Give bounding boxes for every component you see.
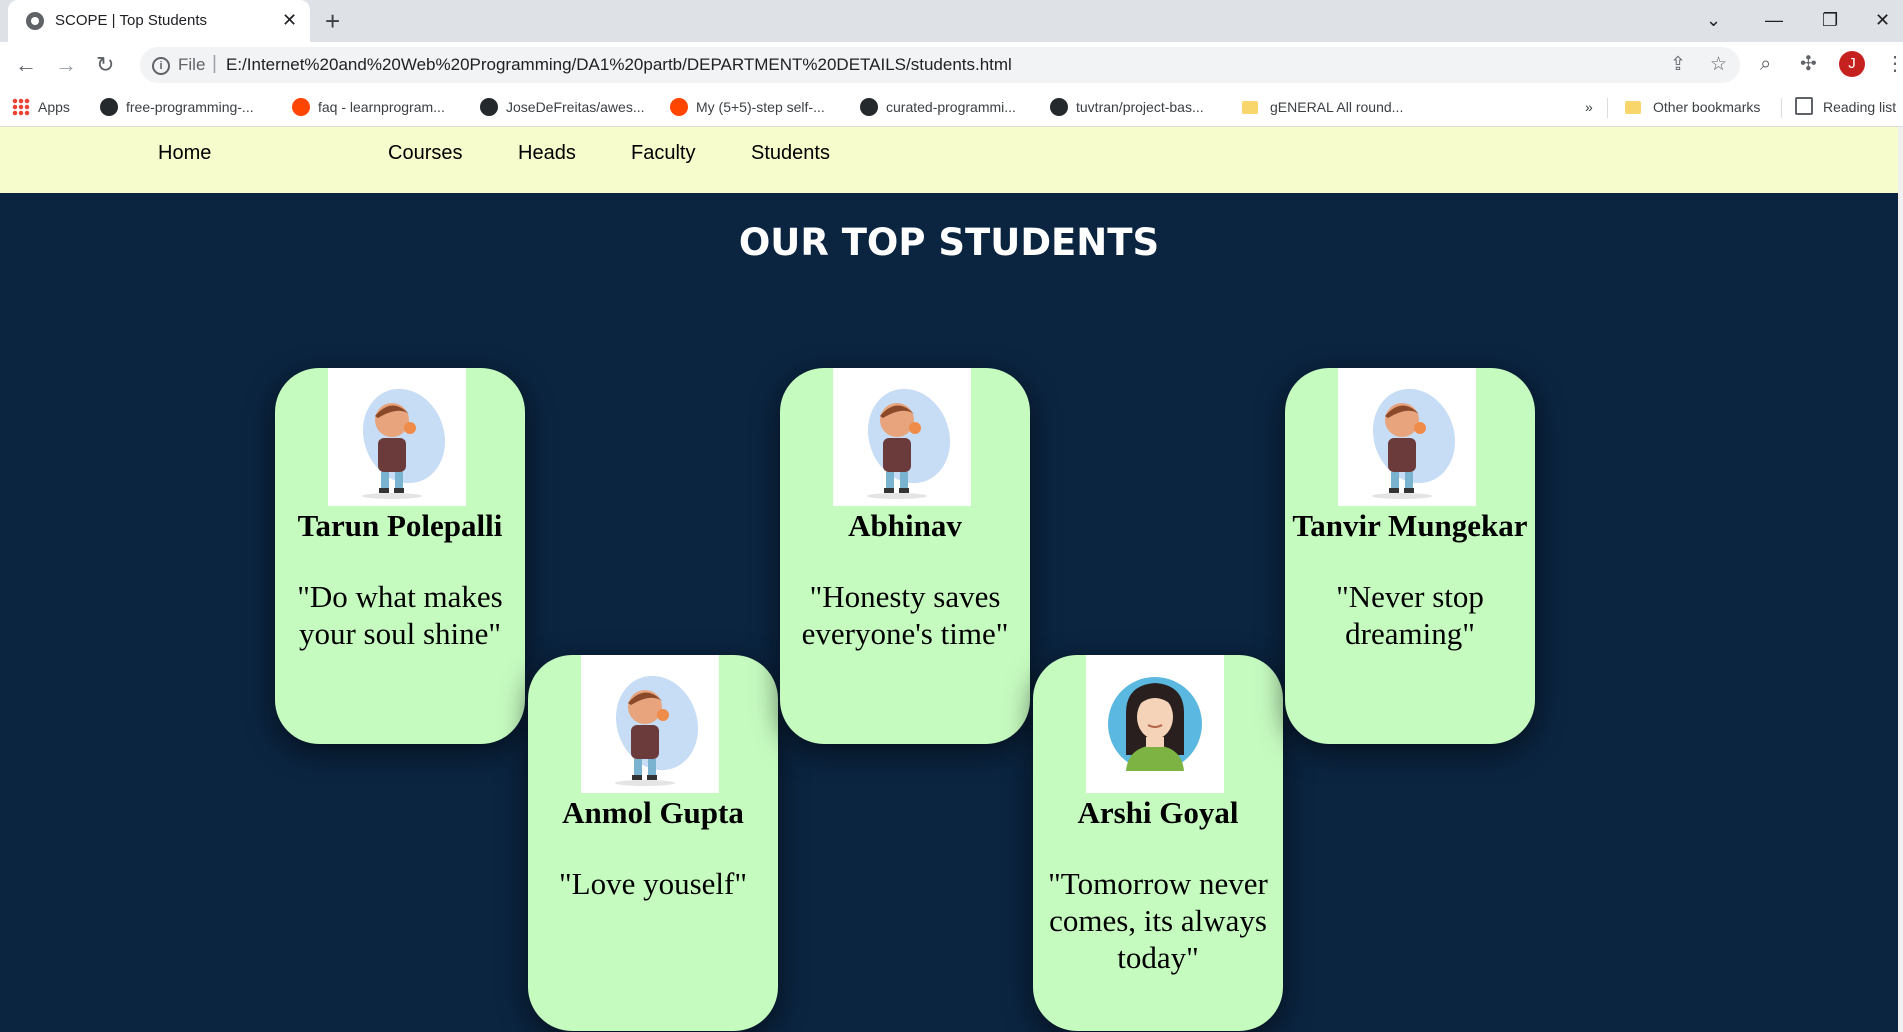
student-name: Abhinav bbox=[848, 508, 962, 543]
student-card: Abhinav "Honesty saves everyone's time" bbox=[780, 368, 1030, 744]
search-icon[interactable]: ⌕ bbox=[1760, 51, 1771, 77]
divider bbox=[1781, 98, 1782, 118]
page-title: OUR TOP STUDENTS bbox=[738, 221, 1160, 264]
boy-avatar-icon bbox=[328, 368, 466, 506]
bookmarks-overflow[interactable]: » bbox=[1585, 95, 1593, 119]
browser-toolbar: ← → ↻ i File | E:/Internet%20and%20Web%2… bbox=[0, 42, 1903, 88]
bookmarks-bar: Apps free-programming-... faq - learnpro… bbox=[0, 88, 1903, 127]
tab-title: SCOPE | Top Students bbox=[55, 12, 208, 29]
back-icon[interactable]: ← bbox=[15, 51, 37, 79]
extensions-icon[interactable]: ✣ bbox=[1800, 51, 1817, 77]
bookmark-item[interactable]: faq - learnprogram... bbox=[292, 95, 445, 119]
reading-list-icon bbox=[1795, 97, 1813, 115]
url-separator: | bbox=[212, 53, 217, 74]
other-bookmarks[interactable]: Other bookmarks bbox=[1625, 95, 1760, 119]
student-name: Arshi Goyal bbox=[1077, 795, 1239, 830]
student-name: Anmol Gupta bbox=[562, 795, 744, 830]
bookmark-item[interactable]: My (5+5)-step self-... bbox=[670, 95, 825, 119]
reading-list[interactable]: Reading list bbox=[1795, 95, 1896, 119]
girl-avatar-icon bbox=[1086, 655, 1224, 793]
bookmark-item[interactable]: tuvtran/project-bas... bbox=[1050, 95, 1204, 119]
tab-search-icon[interactable]: ⌄ bbox=[1706, 8, 1721, 32]
github-icon bbox=[1050, 98, 1068, 116]
boy-avatar-icon bbox=[833, 368, 971, 506]
bookmark-item[interactable]: free-programming-... bbox=[100, 95, 254, 119]
info-icon[interactable]: i bbox=[152, 57, 170, 75]
minimize-icon[interactable]: — bbox=[1765, 8, 1783, 32]
student-name: Tarun Polepalli bbox=[297, 508, 503, 543]
student-quote: "Do what makes your soul shine" bbox=[297, 579, 503, 651]
close-tab-icon[interactable]: ✕ bbox=[282, 9, 297, 31]
nav-courses[interactable]: Courses bbox=[388, 141, 462, 165]
divider bbox=[1607, 98, 1608, 118]
restore-icon[interactable]: ❐ bbox=[1822, 8, 1838, 32]
file-label: File bbox=[178, 55, 206, 74]
apps-grid-icon bbox=[12, 98, 30, 116]
share-icon[interactable]: ⇪ bbox=[1670, 53, 1686, 76]
tab-strip: SCOPE | Top Students ✕ + ⌄ — ❐ ✕ bbox=[0, 0, 1903, 42]
reddit-icon bbox=[292, 98, 310, 116]
students-section: OUR TOP STUDENTS Tarun Polepalli "Do wha… bbox=[0, 193, 1898, 1032]
bookmark-star-icon[interactable]: ☆ bbox=[1710, 53, 1727, 76]
nav-students[interactable]: Students bbox=[751, 141, 830, 165]
boy-avatar-icon bbox=[1338, 368, 1476, 506]
site-navbar: Home Courses Heads Faculty Students bbox=[0, 127, 1898, 193]
page-viewport: Home Courses Heads Faculty Students OUR … bbox=[0, 127, 1903, 1032]
student-card: Tanvir Mungekar "Never stop dreaming" bbox=[1285, 368, 1535, 744]
github-icon bbox=[100, 98, 118, 116]
address-bar[interactable]: i File | E:/Internet%20and%20Web%20Progr… bbox=[140, 47, 1740, 83]
bookmark-item[interactable]: JoseDeFreitas/awes... bbox=[480, 95, 645, 119]
student-card: Anmol Gupta "Love youself" bbox=[528, 655, 778, 1031]
student-quote: "Never stop dreaming" bbox=[1336, 579, 1484, 651]
new-tab-icon[interactable]: + bbox=[325, 6, 340, 36]
student-quote: "Tomorrow never comes, its always today" bbox=[1048, 866, 1268, 975]
boy-avatar-icon bbox=[581, 655, 719, 793]
nav-home[interactable]: Home bbox=[158, 141, 211, 165]
github-icon bbox=[480, 98, 498, 116]
active-tab[interactable]: SCOPE | Top Students ✕ bbox=[8, 0, 310, 42]
bookmark-item[interactable]: gENERAL All round... bbox=[1242, 95, 1403, 119]
nav-heads[interactable]: Heads bbox=[518, 141, 576, 165]
menu-icon[interactable]: ⋮ bbox=[1885, 51, 1903, 77]
forward-icon[interactable]: → bbox=[55, 51, 77, 79]
bookmark-apps[interactable]: Apps bbox=[12, 95, 70, 119]
url-text[interactable]: E:/Internet%20and%20Web%20Programming/DA… bbox=[226, 55, 1012, 75]
bookmark-item[interactable]: curated-programmi... bbox=[860, 95, 1016, 119]
student-name: Tanvir Mungekar bbox=[1292, 508, 1528, 543]
folder-icon bbox=[1625, 101, 1641, 114]
close-window-icon[interactable]: ✕ bbox=[1875, 8, 1890, 32]
profile-avatar[interactable]: J bbox=[1839, 51, 1865, 77]
student-quote: "Honesty saves everyone's time" bbox=[801, 579, 1009, 651]
reload-icon[interactable]: ↻ bbox=[96, 51, 114, 79]
student-quote: "Love youself" bbox=[558, 866, 747, 901]
reddit-icon bbox=[670, 98, 688, 116]
student-card: Arshi Goyal "Tomorrow never comes, its a… bbox=[1033, 655, 1283, 1031]
folder-icon bbox=[1242, 101, 1258, 114]
nav-faculty[interactable]: Faculty bbox=[631, 141, 695, 165]
student-card: Tarun Polepalli "Do what makes your soul… bbox=[275, 368, 525, 744]
page-scrollbar[interactable] bbox=[1898, 127, 1903, 1032]
github-icon bbox=[860, 98, 878, 116]
globe-icon bbox=[26, 12, 44, 30]
